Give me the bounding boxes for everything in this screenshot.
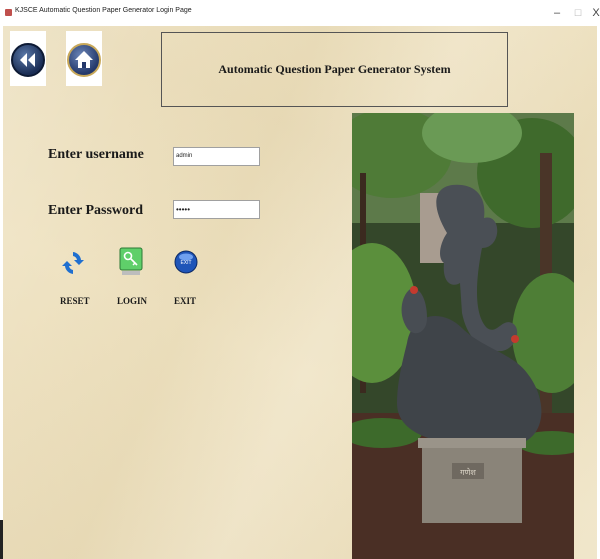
exit-button[interactable]: EXIT bbox=[173, 249, 199, 279]
close-button[interactable]: X bbox=[586, 5, 600, 21]
back-arrow-icon bbox=[11, 43, 45, 77]
ganesha-statue-image: गणेश bbox=[352, 113, 574, 559]
reset-button[interactable] bbox=[60, 248, 86, 278]
window-edge bbox=[0, 520, 3, 559]
username-label: Enter username bbox=[48, 147, 144, 162]
exit-icon: EXIT bbox=[174, 250, 198, 274]
refresh-icon bbox=[62, 252, 84, 274]
header-box: Automatic Question Paper Generator Syste… bbox=[161, 32, 508, 107]
login-key-icon bbox=[119, 247, 143, 275]
app-icon bbox=[5, 9, 12, 16]
login-label[interactable]: LOGIN bbox=[117, 296, 147, 306]
password-label: Enter Password bbox=[48, 203, 144, 218]
title-bar: KJSCE Automatic Question Paper Generator… bbox=[0, 0, 600, 26]
username-field[interactable]: admin bbox=[173, 147, 260, 166]
password-field[interactable]: ••••• bbox=[173, 200, 260, 219]
plaque-text: गणेश bbox=[460, 467, 476, 477]
window-title: KJSCE Automatic Question Paper Generator… bbox=[15, 7, 192, 14]
home-button[interactable] bbox=[66, 31, 102, 86]
svg-text:EXIT: EXIT bbox=[180, 260, 191, 266]
home-icon bbox=[67, 43, 101, 77]
minimize-button[interactable]: – bbox=[547, 5, 567, 21]
login-button[interactable] bbox=[118, 246, 144, 276]
reset-label[interactable]: RESET bbox=[60, 296, 90, 306]
login-panel: Automatic Question Paper Generator Syste… bbox=[3, 26, 597, 559]
page-title: Automatic Question Paper Generator Syste… bbox=[218, 62, 451, 76]
exit-label[interactable]: EXIT bbox=[174, 296, 196, 306]
back-button[interactable] bbox=[10, 31, 46, 86]
maximize-button[interactable]: ☐ bbox=[568, 5, 588, 21]
ganesha-statue-photo: गणेश bbox=[352, 113, 574, 559]
